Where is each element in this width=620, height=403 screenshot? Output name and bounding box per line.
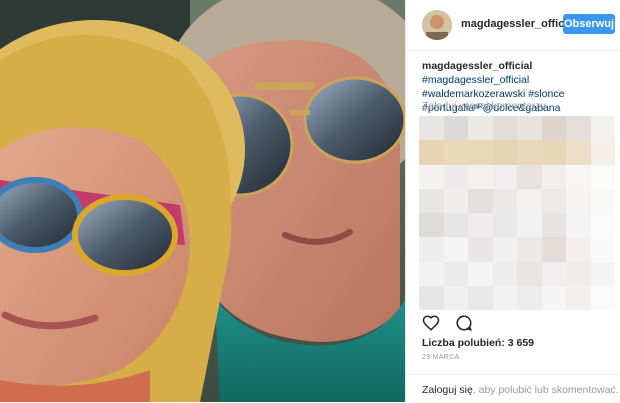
login-link[interactable]: Zaloguj się — [422, 384, 473, 396]
selfie-image — [0, 0, 405, 402]
login-prompt-rest: , aby polubić lub skomentować. — [472, 384, 619, 396]
post-sidebar: magdagessler_official Obserwuj magdagess… — [405, 0, 620, 402]
post-photo[interactable] — [0, 0, 405, 402]
post-username[interactable]: magdagessler_official — [461, 18, 577, 30]
post-date: 29 MARCA — [422, 354, 460, 361]
comment-icon[interactable] — [455, 314, 473, 332]
hashtag-waldemarkozerawski[interactable]: #waldemarkozerawski — [422, 88, 525, 100]
caption-username[interactable]: magdagessler_official — [422, 60, 532, 72]
hashtag-magdagessler[interactable]: #magdagessler_official — [422, 74, 529, 86]
avatar-image — [422, 10, 452, 40]
heart-icon[interactable] — [422, 314, 440, 332]
like-count[interactable]: Liczba polubień: 3 659 — [422, 337, 534, 349]
pixelated-comments — [419, 116, 615, 310]
hashtag-slonce[interactable]: #slonce — [528, 88, 564, 100]
instagram-post: magdagessler_official Obserwuj magdagess… — [0, 0, 620, 402]
login-prompt: Zaloguj się, aby polubić lub skomentować… — [422, 384, 619, 396]
follow-button[interactable]: Obserwuj — [563, 14, 615, 34]
post-header: magdagessler_official Obserwuj — [406, 0, 620, 51]
avatar[interactable] — [422, 10, 452, 40]
login-footer: Zaloguj się, aby polubić lub skomentować… — [406, 374, 620, 403]
load-more-comments-link[interactable]: Załaduj więcej komentarzy — [422, 100, 546, 112]
